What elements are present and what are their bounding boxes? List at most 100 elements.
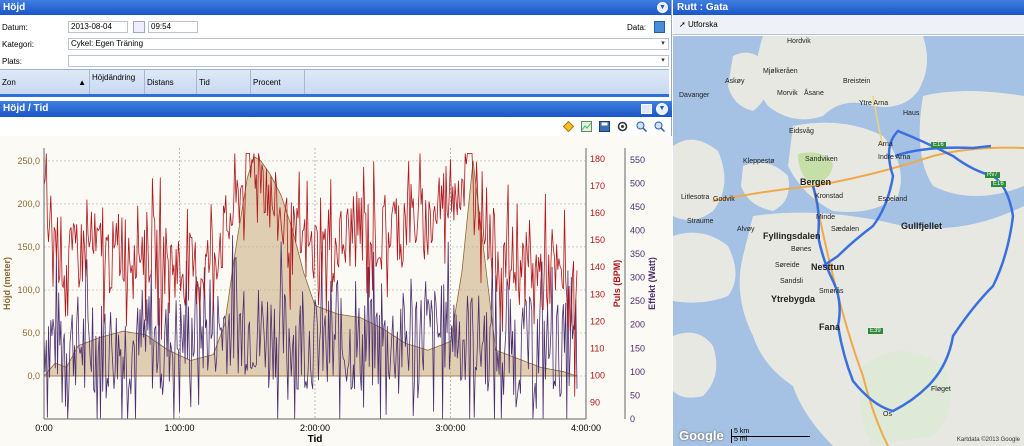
date-field[interactable]: 2013-08-04 [68,21,128,33]
map-label: Sandsli [780,278,803,285]
y-axis-label-effekt: Effekt (Watt) [647,257,657,310]
zoom-in-icon[interactable] [636,121,647,132]
map-label: Indre Arna [878,154,911,161]
time-field[interactable]: 09:54 [148,21,198,33]
chevron-down-icon[interactable]: ▾ [658,39,668,49]
zoom-out-icon[interactable] [654,121,665,132]
date-label: Datum: [2,23,28,32]
effekt-tick-label: 250 [630,296,645,306]
road-label: Rv7 [985,172,1000,178]
puls-tick-label: 130 [590,289,605,299]
chart-section-title: Höjd / Tid [3,103,49,114]
zone-table-header: Zon ▲ Höjdändring Distans Tid Procent [0,69,669,97]
map-label: Kleppestø [743,158,775,165]
effekt-tick-label: 50 [630,390,640,400]
chevron-down-icon[interactable]: ▾ [658,56,668,66]
map-label: Minde [816,214,836,221]
puls-tick-label: 180 [590,154,605,164]
map-label: Fyllingsdalen [763,231,821,241]
column-hojdandring[interactable]: Höjdändring [90,70,145,94]
explore-button[interactable]: Utforska [688,20,718,29]
map-label: Alvøy [737,226,755,233]
column-tid[interactable]: Tid [197,70,251,94]
map-view[interactable]: Hordvik Askøy Mjølkeråen Breistein Davanger M… [673,36,1024,446]
map-label: Arna [878,141,893,148]
hojd-panel: Höjd ▼ Datum: 2013-08-04 09:54 Data: Kat… [0,0,672,446]
map-label: Fløget [931,386,951,393]
x-axis-label: Tid [308,434,323,445]
road-label: E39 [868,328,883,334]
save-icon[interactable] [599,121,610,132]
panel-title: Höjd [3,2,26,13]
route-panel: Rutt : Gata ➚ Utforska Hordvik Askøy Mjø… [673,0,1024,446]
map-label: Litlesotra [681,194,710,201]
map-label: Straume [687,218,714,225]
puls-tick-label: 140 [590,262,605,272]
google-logo: Google [679,428,724,443]
column-distans[interactable]: Distans [145,70,197,94]
date-row: Datum: 2013-08-04 09:54 Data: [0,20,672,34]
puls-tick-label: 110 [590,344,604,354]
scale-km: 5 km [734,428,750,435]
map-label: Godvik [713,196,735,203]
place-label: Plats: [2,57,23,66]
chart-svg: 0:00 1:00:00 2:00:00 3:00:00 4:00:00 Tid 0,0 50… [2,148,657,445]
map-label: Bønes [791,246,812,253]
map-label: Ytrebygda [771,294,816,304]
collapse-icon[interactable]: ▼ [656,103,668,115]
marker-icon[interactable] [563,121,574,132]
map-label: Haus [903,110,920,117]
y-tick-label: 100,0 [17,285,40,295]
puls-tick-label: 150 [590,235,605,245]
data-label: Data: [627,23,647,32]
map-label: Hordvik [787,38,811,45]
altitude-chart: 0:00 1:00:00 2:00:00 3:00:00 4:00:00 Tid 0,0 50… [0,136,672,446]
effekt-tick-label: 0 [630,414,635,424]
panel-title-bar: Höjd ▼ [0,0,671,15]
y-tick-label: 0,0 [27,371,40,381]
map-label: Nesttun [811,262,845,272]
map-label: Os [883,411,892,418]
road-label: E16 [991,181,1006,187]
calendar-icon[interactable] [133,21,145,33]
y-axis-label-hojd: Höjd (meter) [2,257,12,310]
map-scale: 5 km 5 mi [731,428,811,443]
map-attribution: Kartdata ©2013 Google [956,437,1020,443]
category-row: Kategori: Cykel: Egen Träning ▾ [0,37,672,51]
map-label: Morvik [777,90,798,97]
column-zon[interactable]: Zon ▲ [0,70,90,94]
column-procent[interactable]: Procent [251,70,305,94]
map-label: Breistein [843,78,871,85]
y-tick-label: 200,0 [17,199,40,209]
collapse-icon[interactable]: ▼ [657,2,668,13]
y-tick-label: 250,0 [17,156,40,166]
map-label: Eidsvåg [789,128,814,135]
place-select[interactable]: ▾ [68,55,669,67]
x-tick-label: 2:00:00 [300,423,330,433]
category-value: Cykel: Egen Träning [71,39,144,48]
puls-tick-label: 120 [590,316,605,326]
place-row: Plats: ▾ [0,54,672,68]
effekt-tick-label: 300 [630,273,645,283]
y-tick-label: 50,0 [22,328,40,338]
x-tick-label: 4:00:00 [571,423,601,433]
cursor-icon[interactable]: ➚ [679,20,686,29]
category-select[interactable]: Cykel: Egen Träning ▾ [68,38,669,50]
map-label: Åsane [804,90,824,97]
puls-tick-label: 100 [590,371,605,381]
puls-tick-label: 90 [590,398,600,408]
effekt-tick-label: 350 [630,249,645,259]
settings-icon[interactable] [617,121,628,132]
y-tick-label: 150,0 [17,242,40,252]
app-root: Höjd ▼ Datum: 2013-08-04 09:54 Data: Kat… [0,0,1024,446]
effekt-tick-label: 200 [630,320,645,330]
map-label: Søreide [775,262,800,269]
layout-icon[interactable] [641,104,652,114]
chart-view-icon[interactable] [581,121,592,132]
x-tick-label: 1:00:00 [164,423,194,433]
puls-tick-label: 160 [590,208,605,218]
effekt-tick-label: 450 [630,202,645,212]
route-title: Rutt : Gata [673,0,1024,15]
map-label: Kronstad [815,193,844,200]
data-icon[interactable] [654,21,665,33]
